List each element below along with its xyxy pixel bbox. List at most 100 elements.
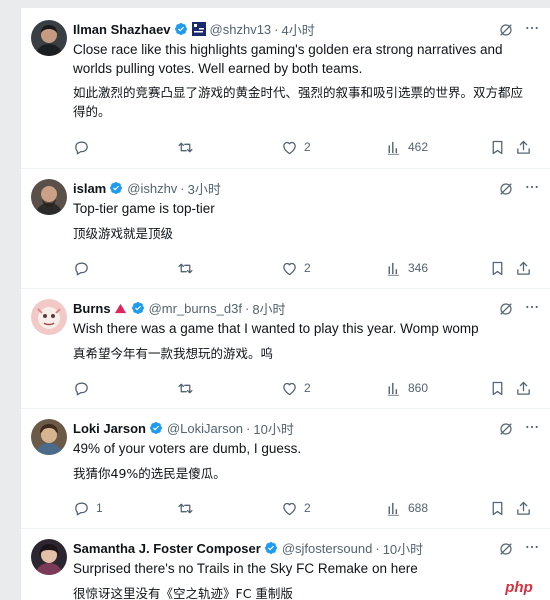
bookmark-button[interactable] [489,498,506,518]
handle[interactable]: @shzhv13 [210,22,272,37]
views-icon [385,260,402,277]
like-icon [281,380,298,397]
avatar[interactable] [31,539,67,575]
timestamp[interactable]: 10小时 [383,539,423,558]
more-icon[interactable] [522,299,542,315]
separator: · [274,21,279,37]
tweet-translation: 很惊讶这里没有《空之轨迹》FC 重制版 [73,586,293,600]
retweet-button[interactable] [177,137,200,157]
replies-feed: Ilman Shazhaev @shzhv13 · 4小时 Close race… [21,8,550,600]
display-name[interactable]: Burns [73,301,111,316]
bookmark-button[interactable] [489,378,506,398]
more-icon[interactable] [522,179,542,195]
like-count: 2 [304,140,311,154]
tweet-text: Surprised there's no Trails in the Sky F… [73,561,418,576]
reply-button[interactable] [73,378,96,398]
reply-tweet[interactable]: Samantha J. Foster Composer @sjfostersou… [21,529,550,600]
more-icon[interactable] [522,539,542,555]
handle[interactable]: @sjfostersound [282,541,373,556]
grok-icon[interactable] [498,301,514,317]
handle[interactable]: @LokiJarson [167,421,243,436]
tweet-translation: 真希望今年有一款我想玩的游戏。呜 [73,346,274,361]
avatar[interactable] [31,299,67,335]
reply-tweet[interactable]: islam @ishzhv · 3小时 Top-tier game is top… [21,169,550,289]
tweet-translation: 如此激烈的竞赛凸显了游戏的黄金时代、强烈的叙事和吸引选票的世界。双方都应得的。 [73,85,524,119]
share-icon [515,139,532,156]
like-button[interactable]: 2 [281,378,311,398]
timestamp[interactable]: 10小时 [253,419,293,438]
like-button[interactable]: 2 [281,137,311,157]
tweet-text: 49% of your voters are dumb, I guess. [73,441,302,456]
avatar[interactable] [31,20,67,56]
verified-badge-icon [174,22,188,36]
grok-icon[interactable] [498,181,514,197]
display-name[interactable]: Ilman Shazhaev [73,22,171,37]
views-icon [385,380,402,397]
more-icon[interactable] [522,419,542,435]
timestamp[interactable]: 3小时 [188,179,221,198]
reply-count: 1 [96,501,103,515]
handle[interactable]: @ishzhv [127,181,177,196]
views-count: 688 [408,501,429,515]
timestamp[interactable]: 8小时 [252,299,285,318]
retweet-icon [177,380,194,397]
retweet-button[interactable] [177,378,200,398]
retweet-button[interactable] [177,498,200,518]
views-count: 346 [408,261,429,275]
views-button[interactable]: 860 [385,378,428,398]
grok-icon[interactable] [498,421,514,437]
reply-icon [73,500,90,517]
reply-icon [73,380,90,397]
timestamp[interactable]: 4小时 [282,20,315,39]
bookmark-button[interactable] [489,258,506,278]
tweet-text: Close race like this highlights gaming's… [73,42,503,76]
views-button[interactable]: 462 [385,137,428,157]
share-button[interactable] [515,137,532,157]
grok-icon[interactable] [498,22,514,38]
display-name[interactable]: islam [73,181,106,196]
views-button[interactable]: 346 [385,258,428,278]
share-button[interactable] [515,258,532,278]
like-icon [281,139,298,156]
share-icon [515,380,532,397]
reply-tweet[interactable]: Ilman Shazhaev @shzhv13 · 4小时 Close race… [21,8,550,169]
views-count: 462 [408,140,429,154]
display-name[interactable]: Loki Jarson [73,421,146,436]
separator: · [246,420,251,436]
more-icon[interactable] [522,20,542,36]
like-button[interactable]: 2 [281,258,311,278]
display-name[interactable]: Samantha J. Foster Composer [73,541,261,556]
tweet-translation: 我猜你49%的选民是傻瓜。 [73,466,226,481]
retweet-button[interactable] [177,258,200,278]
avatar[interactable] [31,179,67,215]
separator: · [180,180,185,196]
action-bar: 2 346 [73,258,542,278]
action-bar: 1 2 688 [73,498,542,518]
bookmark-icon [489,500,506,517]
views-icon [385,139,402,156]
avatar[interactable] [31,419,67,455]
tweet-header: islam @ishzhv · 3小时 [73,179,540,197]
reply-tweet[interactable]: Loki Jarson @LokiJarson · 10小时 49% of yo… [21,409,550,529]
share-button[interactable] [515,498,532,518]
share-icon [515,500,532,517]
like-button[interactable]: 2 [281,498,311,518]
bookmark-button[interactable] [489,137,506,157]
grok-icon[interactable] [498,541,514,557]
like-count: 2 [304,261,311,275]
share-button[interactable] [515,378,532,398]
share-icon [515,260,532,277]
tweet-translation: 顶级游戏就是顶级 [73,226,174,241]
reply-icon [73,139,90,156]
reply-button[interactable] [73,137,96,157]
reply-button[interactable]: 1 [73,498,103,518]
views-button[interactable]: 688 [385,498,428,518]
reply-tweet[interactable]: Burns @mr_burns_d3f · 8小时 Wish there was… [21,289,550,409]
like-count: 2 [304,501,311,515]
like-icon [281,500,298,517]
verified-badge-icon [131,301,145,315]
retweet-icon [177,500,194,517]
reply-button[interactable] [73,258,96,278]
retweet-icon [177,260,194,277]
handle[interactable]: @mr_burns_d3f [149,301,242,316]
